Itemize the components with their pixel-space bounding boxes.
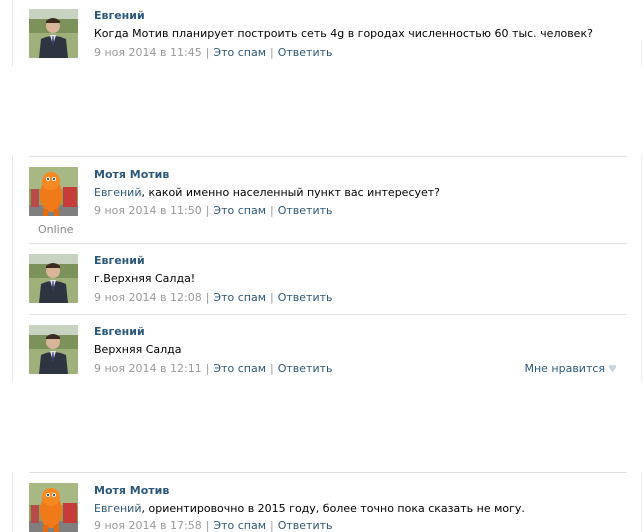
comment-author[interactable]: Евгений bbox=[94, 9, 145, 22]
meta-separator: | bbox=[270, 46, 274, 59]
comment-author[interactable]: Мотя Мотив bbox=[94, 168, 169, 181]
mascot-photo-icon bbox=[29, 483, 78, 532]
comment-text: Евгений, какой именно населенный пункт в… bbox=[94, 186, 440, 199]
meta-separator: | bbox=[270, 362, 274, 375]
man-photo-icon bbox=[29, 325, 78, 374]
like-label: Мне нравится bbox=[524, 362, 606, 375]
like-button[interactable]: Мне нравится ♥ bbox=[524, 362, 617, 375]
meta-separator: | bbox=[270, 519, 274, 532]
comment-meta: 9 ноя 2014 в 17:58 | Это спам | Ответить bbox=[94, 519, 333, 532]
comment-divider bbox=[29, 243, 627, 244]
avatar-motya[interactable] bbox=[29, 483, 78, 532]
heart-icon: ♥ bbox=[608, 364, 617, 375]
avatar-evgeniy[interactable] bbox=[29, 254, 78, 303]
reply-link[interactable]: Ответить bbox=[278, 291, 333, 304]
mascot-photo-icon bbox=[29, 167, 78, 216]
avatar-motya[interactable] bbox=[29, 167, 78, 216]
comment-text: Верхняя Салда bbox=[94, 343, 182, 356]
spam-link[interactable]: Это спам bbox=[213, 46, 266, 59]
thread-border bbox=[641, 40, 642, 66]
thread-border bbox=[641, 472, 642, 532]
comment-meta: 9 ноя 2014 в 11:50 | Это спам | Ответить bbox=[94, 204, 333, 217]
comment-item: Евгений г.Верхняя Салда! 9 ноя 2014 в 12… bbox=[12, 243, 627, 315]
comment-meta: 9 ноя 2014 в 12:08 | Это спам | Ответить bbox=[94, 291, 333, 304]
mention-link[interactable]: Евгений bbox=[94, 186, 141, 199]
comment-divider bbox=[29, 156, 627, 157]
spam-link[interactable]: Это спам bbox=[213, 204, 266, 217]
man-photo-icon bbox=[29, 254, 78, 303]
meta-separator: | bbox=[205, 291, 210, 304]
reply-link[interactable]: Ответить bbox=[278, 46, 333, 59]
man-photo-icon bbox=[29, 9, 78, 58]
comment-meta: 9 ноя 2014 в 11:45 | Это спам | Ответить bbox=[94, 46, 333, 59]
reply-link[interactable]: Ответить bbox=[278, 204, 333, 217]
comment-text: г.Верхняя Салда! bbox=[94, 272, 196, 285]
comment-author[interactable]: Мотя Мотив bbox=[94, 484, 169, 497]
comment-author[interactable]: Евгений bbox=[94, 325, 145, 338]
spam-link[interactable]: Это спам bbox=[213, 362, 266, 375]
comment-author[interactable]: Евгений bbox=[94, 254, 145, 267]
meta-separator: | bbox=[270, 291, 274, 304]
comment-item: Мотя Мотив Евгений, ориентировочно в 201… bbox=[12, 472, 627, 532]
spam-link[interactable]: Это спам bbox=[213, 291, 266, 304]
meta-separator: | bbox=[205, 204, 210, 217]
comment-date[interactable]: 9 ноя 2014 в 12:08 bbox=[94, 291, 202, 304]
comment-text: Когда Мотив планирует построить сеть 4g … bbox=[94, 27, 593, 40]
meta-separator: | bbox=[270, 204, 274, 217]
comment-date[interactable]: 9 ноя 2014 в 11:45 bbox=[94, 46, 202, 59]
meta-separator: | bbox=[205, 519, 210, 532]
online-status: Online bbox=[38, 223, 74, 236]
comment-date[interactable]: 9 ноя 2014 в 11:50 bbox=[94, 204, 202, 217]
comment-divider bbox=[29, 314, 627, 315]
avatar-evgeniy[interactable] bbox=[29, 9, 78, 58]
reply-link[interactable]: Ответить bbox=[278, 519, 333, 532]
comment-item: Евгений Верхняя Салда 9 ноя 2014 в 12:11… bbox=[12, 314, 627, 382]
avatar-evgeniy[interactable] bbox=[29, 325, 78, 374]
meta-separator: | bbox=[205, 362, 210, 375]
comment-date[interactable]: 9 ноя 2014 в 12:11 bbox=[94, 362, 202, 375]
comment-date[interactable]: 9 ноя 2014 в 17:58 bbox=[94, 519, 202, 532]
comment-text-body: , ориентировочно в 2015 году, более точн… bbox=[141, 502, 525, 515]
thread-border bbox=[641, 156, 642, 382]
comment-meta: 9 ноя 2014 в 12:11 | Это спам | Ответить bbox=[94, 362, 333, 375]
mention-link[interactable]: Евгений bbox=[94, 502, 141, 515]
comment-item: Евгений Когда Мотив планирует построить … bbox=[12, 0, 643, 66]
comment-text-body: , какой именно населенный пункт вас инте… bbox=[141, 186, 441, 199]
reply-link[interactable]: Ответить bbox=[278, 362, 333, 375]
spam-link[interactable]: Это спам bbox=[213, 519, 266, 532]
meta-separator: | bbox=[205, 46, 210, 59]
comment-divider bbox=[29, 472, 627, 473]
comment-item: Online Мотя Мотив Евгений, какой именно … bbox=[12, 156, 627, 242]
comment-text: Евгений, ориентировочно в 2015 году, бол… bbox=[94, 502, 525, 515]
